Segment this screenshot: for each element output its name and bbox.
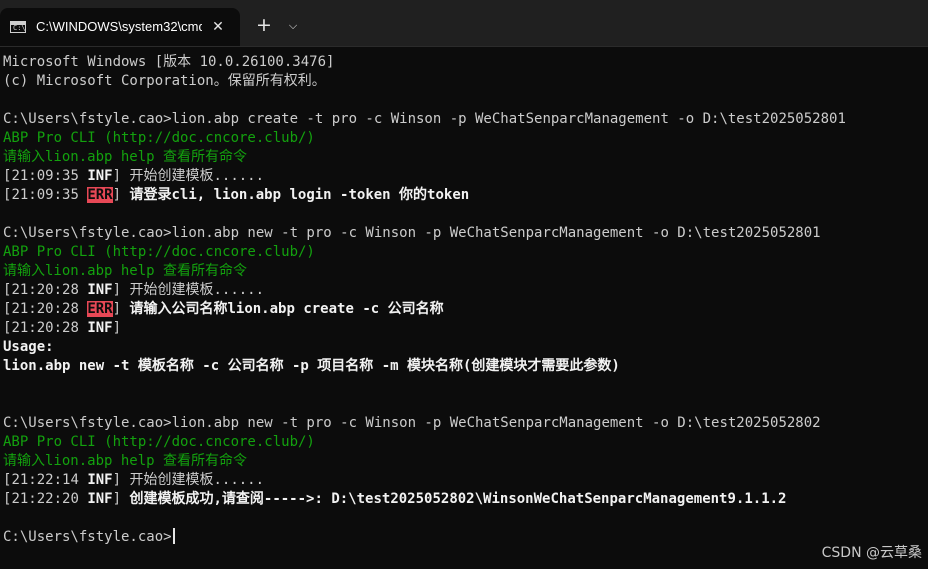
terminal-line: [21:22:20 INF] 创建模板成功,请查阅----->: D:\test…	[3, 490, 923, 509]
terminal-line: [21:09:35 ERR] 请登录cli, lion.abp login -t…	[3, 186, 923, 205]
log-message: 创建模板成功,请查阅----->: D:\test2025052802\Wins…	[129, 491, 787, 507]
log-timestamp: 21:09:35	[11, 187, 79, 203]
terminal-line: C:\Users\fstyle.cao>lion.abp new -t pro …	[3, 414, 923, 433]
log-timestamp: 21:20:28	[11, 282, 79, 298]
terminal-text: 请输入lion.abp help 查看所有命令	[3, 263, 248, 279]
terminal-text: C:\Users\fstyle.cao>lion.abp create -t p…	[3, 111, 846, 127]
terminal-text: lion.abp new -t 模板名称 -c 公司名称 -p 项目名称 -m …	[3, 358, 620, 374]
chevron-down-icon[interactable]: ⌵	[282, 14, 304, 38]
new-tab-button[interactable]: +	[252, 14, 276, 38]
terminal-text: 请输入lion.abp help 查看所有命令	[3, 149, 248, 165]
tab-title: C:\WINDOWS\system32\cmd.exe	[36, 19, 202, 34]
log-level-badge: INF	[87, 168, 113, 184]
terminal-line: ABP Pro CLI (http://doc.cncore.club/)	[3, 243, 923, 262]
log-bracket: ]	[112, 320, 130, 336]
terminal-output[interactable]: Microsoft Windows [版本 10.0.26100.3476] (c…	[3, 53, 923, 547]
cmd-icon: C:\	[10, 21, 26, 33]
log-level-badge: INF	[87, 320, 113, 336]
terminal-text: ABP Pro CLI (http://doc.cncore.club/)	[3, 130, 315, 146]
tab-bar: C:\ C:\WINDOWS\system32\cmd.exe ✕ + ⌵	[0, 0, 928, 47]
terminal-line: 请输入lion.abp help 查看所有命令	[3, 148, 923, 167]
terminal-text: Microsoft Windows [版本 10.0.26100.3476]	[3, 54, 335, 70]
terminal-text: Usage:	[3, 339, 54, 355]
log-timestamp: 21:20:28	[11, 320, 79, 336]
terminal-text: 请输入lion.abp help 查看所有命令	[3, 453, 248, 469]
log-level-badge: ERR	[87, 301, 113, 317]
log-timestamp: 21:09:35	[11, 168, 79, 184]
terminal-text: C:\Users\fstyle.cao>lion.abp new -t pro …	[3, 415, 821, 431]
log-bracket: ]	[112, 168, 130, 184]
close-icon[interactable]: ✕	[208, 17, 228, 37]
terminal-text: ABP Pro CLI (http://doc.cncore.club/)	[3, 434, 315, 450]
log-level-badge: INF	[87, 282, 113, 298]
terminal-line: ABP Pro CLI (http://doc.cncore.club/)	[3, 433, 923, 452]
log-message: 请登录cli, lion.abp login -token 你的token	[129, 187, 470, 203]
terminal-line: ABP Pro CLI (http://doc.cncore.club/)	[3, 129, 923, 148]
log-bracket: ]	[112, 282, 130, 298]
log-message: 开始创建模板......	[129, 168, 265, 184]
log-bracket: ]	[112, 301, 130, 317]
terminal-text: ABP Pro CLI (http://doc.cncore.club/)	[3, 244, 315, 260]
log-level-badge: INF	[87, 472, 113, 488]
terminal-line: C:\Users\fstyle.cao>lion.abp new -t pro …	[3, 224, 923, 243]
terminal-text: C:\Users\fstyle.cao>lion.abp new -t pro …	[3, 225, 821, 241]
text-cursor	[172, 528, 175, 544]
terminal-line: [21:09:35 INF] 开始创建模板......	[3, 167, 923, 186]
terminal-line: lion.abp new -t 模板名称 -c 公司名称 -p 项目名称 -m …	[3, 357, 923, 376]
log-timestamp: 21:22:14	[11, 472, 79, 488]
terminal-text: C:\Users\fstyle.cao>	[3, 529, 172, 545]
terminal-line: [21:20:28 INF]	[3, 319, 923, 338]
log-bracket: ]	[112, 491, 130, 507]
tab-cmd[interactable]: C:\ C:\WINDOWS\system32\cmd.exe ✕	[0, 8, 240, 46]
terminal-line: C:\Users\fstyle.cao>	[3, 528, 923, 547]
terminal-line: [21:22:14 INF] 开始创建模板......	[3, 471, 923, 490]
log-message: 开始创建模板......	[129, 472, 265, 488]
log-bracket: ]	[112, 187, 130, 203]
terminal-line: Usage:	[3, 338, 923, 357]
terminal-line: C:\Users\fstyle.cao>lion.abp create -t p…	[3, 110, 923, 129]
terminal-line: 请输入lion.abp help 查看所有命令	[3, 452, 923, 471]
log-level-badge: ERR	[87, 187, 113, 203]
log-timestamp: 21:20:28	[11, 301, 79, 317]
log-message: 请输入公司名称lion.abp create -c 公司名称	[129, 301, 444, 317]
log-bracket: ]	[112, 472, 130, 488]
terminal-line: 请输入lion.abp help 查看所有命令	[3, 262, 923, 281]
watermark: CSDN @云草桑	[821, 545, 922, 561]
terminal-line: (c) Microsoft Corporation。保留所有权利。	[3, 72, 923, 91]
log-level-badge: INF	[87, 491, 113, 507]
log-message: 开始创建模板......	[129, 282, 265, 298]
log-timestamp: 21:22:20	[11, 491, 79, 507]
terminal-line: Microsoft Windows [版本 10.0.26100.3476]	[3, 53, 923, 72]
terminal-line: [21:20:28 INF] 开始创建模板......	[3, 281, 923, 300]
terminal-line: [21:20:28 ERR] 请输入公司名称lion.abp create -c…	[3, 300, 923, 319]
terminal-text: (c) Microsoft Corporation。保留所有权利。	[3, 73, 326, 89]
